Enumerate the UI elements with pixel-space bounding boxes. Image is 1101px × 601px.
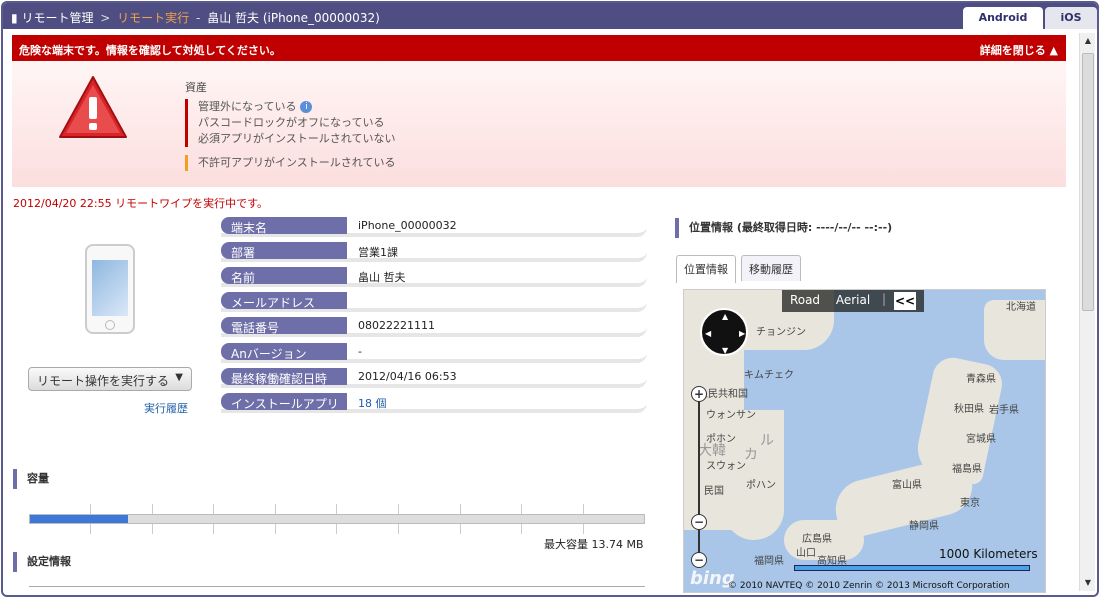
breadcrumb: ▮ リモート管理 > リモート実行 - 畠山 哲夫 (iPhone_000000… — [11, 9, 380, 26]
info-label: インストールアプリ — [221, 393, 347, 411]
map-copyright: © 2010 NAVTEQ © 2010 Zenrin © 2013 Micro… — [728, 581, 1010, 591]
info-row: 部署 営業1課 — [221, 242, 647, 262]
device-title: 畠山 哲夫 (iPhone_00000032) — [207, 11, 380, 25]
zoom-in-icon[interactable]: + — [691, 386, 707, 402]
map-label: 広島県 — [802, 534, 832, 545]
map-label: チョンジン — [756, 327, 806, 338]
vertical-scrollbar[interactable]: ▲ ▼ — [1079, 33, 1095, 591]
tab-ios[interactable]: iOS — [1045, 7, 1097, 29]
info-row: 電話番号 08022221111 — [221, 317, 647, 337]
map-label: 富山県 — [892, 480, 922, 491]
map-label: ル — [760, 433, 774, 449]
pan-compass-icon[interactable]: ▲ ▼ ◀ ▶ — [700, 308, 748, 356]
map-label: 東京 — [960, 498, 980, 509]
issue-item-warning: 不許可アプリがインストールされている — [185, 155, 395, 171]
issue-item: 必須アプリがインストールされていない — [185, 131, 395, 147]
collapse-toolbar-button[interactable]: << — [894, 292, 916, 310]
map-toolbar: Road Aerial | << — [782, 290, 924, 312]
phone-screen — [92, 260, 128, 316]
capacity-title: 容量 — [13, 469, 49, 489]
alert-message: 危険な端末です。情報を確認して対処してください。 — [19, 44, 281, 57]
zoom-out-icon[interactable]: − — [691, 552, 707, 568]
map-label: 岩手県 — [989, 405, 1019, 416]
map-label: 宮城県 — [966, 434, 996, 445]
info-row: メールアドレス — [221, 292, 647, 312]
title-bar: ▮ リモート管理 > リモート実行 - 畠山 哲夫 (iPhone_000000… — [3, 3, 1097, 29]
phone-home-button — [105, 320, 115, 330]
scroll-thumb[interactable] — [1082, 53, 1094, 311]
info-value: 08022221111 — [358, 319, 435, 332]
tab-movement-history[interactable]: 移動履歴 — [741, 255, 801, 281]
info-row: 最終稼働確認日時 2012/04/16 06:53 — [221, 368, 647, 388]
map-scale-bar — [794, 565, 1030, 571]
map-view[interactable]: 北海道 チョンジン キムチェク 人民共和国 ウォンサン ポホン スウォン ポハン… — [683, 289, 1046, 593]
capacity-bar-fill — [30, 515, 129, 523]
map-scale-label: 1000 Kilometers — [939, 547, 1038, 561]
map-label: 北海道 — [1006, 302, 1036, 313]
remote-action-dropdown[interactable]: リモート操作を実行する ▼ — [28, 367, 192, 391]
map-label: 福岡県 — [754, 556, 784, 567]
issue-item: 管理外になっている i — [185, 99, 313, 115]
tab-android[interactable]: Android — [963, 7, 1043, 29]
map-label: 青森県 — [966, 374, 996, 385]
info-label: 名前 — [221, 267, 347, 285]
info-row: インストールアプリ 18 個 — [221, 393, 647, 413]
zoom-slider-thumb[interactable]: − — [691, 514, 707, 530]
map-label: 福島県 — [952, 464, 982, 475]
settings-panel — [29, 586, 645, 595]
close-details-button[interactable]: 詳細を閉じる ▲ — [980, 42, 1058, 58]
map-label: 静岡県 — [909, 521, 939, 532]
info-icon[interactable]: i — [300, 101, 313, 113]
info-value: 畠山 哲夫 — [358, 271, 406, 284]
info-label: Anバージョン — [221, 343, 347, 361]
installed-apps-link[interactable]: 18 個 — [358, 395, 387, 411]
map-label: 山口 — [796, 548, 816, 559]
capacity-bar — [29, 514, 645, 524]
map-label: ポハン — [746, 480, 776, 491]
map-label: ウォンサン — [706, 410, 756, 421]
danger-alert-bar: 危険な端末です。情報を確認して対処してください。 詳細を閉じる ▲ — [12, 35, 1066, 61]
info-label: 部署 — [221, 242, 347, 260]
info-label: 電話番号 — [221, 317, 347, 335]
zoom-slider[interactable]: + − − — [690, 386, 708, 568]
issue-item: パスコードロックがオフになっている — [185, 115, 384, 131]
map-label: カ — [744, 447, 758, 463]
map-label: キムチェク — [744, 370, 794, 381]
info-label: メールアドレス — [221, 292, 347, 310]
settings-title: 設定情報 — [13, 552, 71, 572]
device-icon: ▮ — [11, 11, 18, 25]
toolbar-separator: | — [882, 292, 887, 306]
map-label: 秋田県 — [954, 404, 984, 415]
aerial-view-button[interactable]: Aerial — [828, 293, 878, 307]
app-frame: ▮ リモート管理 > リモート実行 - 畠山 哲夫 (iPhone_000000… — [1, 1, 1099, 597]
wipe-status-message: 2012/04/20 22:55 リモートワイプを実行中です。 — [13, 197, 268, 210]
road-view-button[interactable]: Road — [782, 293, 828, 307]
crumb-root[interactable]: リモート管理 — [21, 11, 93, 25]
warning-icon — [59, 76, 127, 138]
info-value: 2012/04/16 06:53 — [358, 370, 457, 383]
scroll-down-icon[interactable]: ▼ — [1080, 575, 1096, 591]
crumb-current[interactable]: リモート実行 — [117, 11, 189, 25]
crumb-separator: > — [100, 11, 111, 25]
execution-history-link[interactable]: 実行履歴 — [144, 400, 188, 416]
info-row: 名前 畠山 哲夫 — [221, 267, 647, 287]
scroll-up-icon[interactable]: ▲ — [1080, 33, 1096, 49]
chevron-down-icon: ▼ — [175, 372, 183, 383]
info-label: 最終稼働確認日時 — [221, 368, 347, 386]
info-value: 営業1課 — [358, 246, 398, 259]
phone-image — [85, 244, 135, 334]
asset-section-title: 資産 — [185, 81, 207, 94]
tab-location[interactable]: 位置情報 — [676, 255, 736, 283]
capacity-max: 最大容量 13.74 MB — [544, 538, 644, 551]
crumb-dash: - — [196, 11, 201, 25]
alert-details: 資産 管理外になっている i パスコードロックがオフになっている 必須アプリがイン… — [12, 61, 1066, 187]
info-row: 端末名 iPhone_00000032 — [221, 217, 647, 237]
info-row: Anバージョン - — [221, 343, 647, 363]
info-value: - — [358, 345, 362, 358]
location-title: 位置情報 (最終取得日時: ----/--/-- --:--) — [675, 218, 892, 238]
info-label: 端末名 — [221, 217, 347, 235]
info-value: iPhone_00000032 — [358, 219, 457, 232]
